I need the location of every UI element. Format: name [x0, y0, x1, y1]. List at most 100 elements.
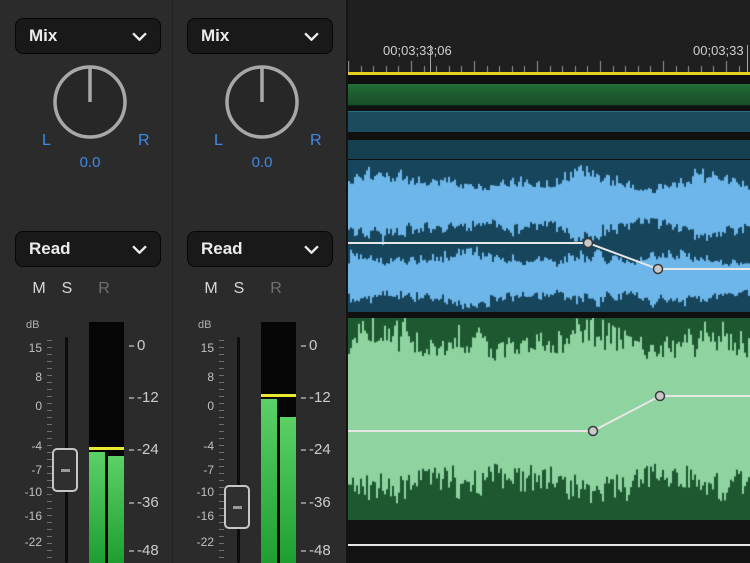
db-unit-label: dB [198, 319, 211, 331]
chevron-down-icon [132, 32, 147, 41]
meter-scale-tick [301, 397, 306, 399]
record-arm-button[interactable]: R [267, 280, 285, 298]
automation-mode-dropdown[interactable]: Read [15, 231, 161, 267]
keyframe-handle[interactable] [589, 427, 598, 436]
track-assignment-dropdown[interactable]: Mix [187, 18, 333, 54]
collapsed-audio-clip-1[interactable] [348, 111, 750, 132]
fader-scale-label: -10 [184, 485, 214, 499]
fader-scale-label: -7 [184, 463, 214, 477]
meter-scale-label: -36 [137, 494, 159, 512]
meter-scale-label: -48 [309, 542, 331, 560]
fader-handle[interactable] [224, 485, 250, 529]
pan-right-label: R [138, 132, 150, 150]
level-meter [89, 322, 124, 563]
collapsed-audio-clip-2[interactable] [348, 140, 750, 159]
chevron-down-icon [304, 245, 319, 254]
mute-button[interactable]: M [30, 280, 48, 298]
fader-scale-label: -4 [184, 439, 214, 453]
automation-line[interactable] [348, 396, 750, 431]
meter-fill [89, 452, 105, 563]
mute-button[interactable]: M [202, 280, 220, 298]
record-arm-button[interactable]: R [95, 280, 113, 298]
video-track-clip[interactable] [348, 84, 750, 106]
meter-bar-left [89, 322, 105, 563]
pan-value[interactable]: 0.0 [174, 154, 350, 171]
fader-handle[interactable] [52, 448, 78, 492]
automation-line[interactable] [348, 243, 750, 269]
level-meter [261, 322, 296, 563]
automation-mode-label: Read [29, 239, 71, 259]
keyframe-handle[interactable] [654, 265, 663, 274]
automation-mode-label: Read [201, 239, 243, 259]
track-assignment-label: Mix [201, 26, 229, 46]
meter-fill [261, 399, 277, 563]
meter-fill [280, 417, 296, 563]
fader-ticks [219, 340, 224, 560]
automation-mode-dropdown[interactable]: Read [187, 231, 333, 267]
mixer-channel-strip-2: Mix L R 0.0 Read M S R dB 1580-4-7-10-16… [174, 0, 344, 563]
meter-scale-label: 0 [309, 337, 317, 355]
pan-left-label: L [42, 132, 51, 150]
db-unit-label: dB [26, 319, 39, 331]
ruler-major-tick [430, 45, 431, 72]
keyframe-handle[interactable] [584, 239, 593, 248]
meter-scale-tick [129, 345, 134, 347]
audio-clip-track-1[interactable] [348, 160, 750, 312]
audio-mixer-workspace: Mix L R 0.0 Read M S R dB 15 8 0 -4 -7 -10 -16… [0, 0, 750, 563]
volume-automation-track-2 [348, 318, 750, 520]
meter-bar-right [108, 322, 124, 563]
chevron-down-icon [304, 32, 319, 41]
audio-track-mixer-panel: Mix L R 0.0 Read M S R dB 15 8 0 -4 -7 -10 -16… [0, 0, 346, 563]
track-assignment-label: Mix [29, 26, 57, 46]
fader-track[interactable] [237, 337, 240, 563]
solo-button[interactable]: S [230, 280, 248, 298]
peak-indicator [261, 394, 296, 397]
audio-clip-track-2[interactable] [348, 318, 750, 520]
meter-scale-tick [301, 449, 306, 451]
meter-scale-tick [129, 449, 134, 451]
volume-automation-track-1 [348, 160, 750, 312]
timeline-panel: 00;03;33;06 00;03;33 [348, 0, 750, 563]
meter-scale-tick [129, 502, 134, 504]
fader-scale-label: -7 [12, 463, 42, 477]
solo-button[interactable]: S [58, 280, 76, 298]
meter-scale-label: -24 [137, 441, 159, 459]
pan-right-label: R [310, 132, 322, 150]
meter-fill [108, 456, 124, 563]
meter-scale-tick [301, 345, 306, 347]
track-assignment-dropdown[interactable]: Mix [15, 18, 161, 54]
audio-track-3[interactable] [348, 520, 750, 563]
meter-scale-tick [129, 397, 134, 399]
fader-grip [61, 469, 70, 472]
fader-scale-label: -16 [184, 509, 214, 523]
pan-knob[interactable] [46, 58, 134, 146]
automation-line-track-3[interactable] [348, 544, 750, 546]
ruler-ticks [348, 56, 750, 72]
pan-value[interactable]: 0.0 [2, 154, 178, 171]
peak-indicator [89, 447, 124, 450]
fader-scale-label: 15 [184, 341, 214, 355]
ruler-major-tick [747, 45, 748, 72]
fader-scale-label: 0 [12, 399, 42, 413]
meter-scale-tick [301, 502, 306, 504]
fader-grip [233, 506, 242, 509]
meter-bar-right [280, 322, 296, 563]
mixer-channel-strip-1: Mix L R 0.0 Read M S R dB 1580-4-7-10-16… [2, 0, 172, 563]
work-area-bar[interactable] [348, 72, 750, 75]
fader-scale-label: 8 [12, 370, 42, 384]
chevron-down-icon [132, 245, 147, 254]
fader-scale-label: 0 [184, 399, 214, 413]
strip-divider [172, 0, 173, 563]
fader-scale-label: -10 [12, 485, 42, 499]
fader-ticks [47, 340, 52, 560]
pan-left-label: L [214, 132, 223, 150]
meter-scale-label: -48 [137, 542, 159, 560]
fader-scale-label: -4 [12, 439, 42, 453]
meter-scale-label: -12 [309, 389, 331, 407]
time-ruler[interactable]: 00;03;33;06 00;03;33 [348, 0, 750, 72]
meter-scale-label: -36 [309, 494, 331, 512]
keyframe-handle[interactable] [656, 392, 665, 401]
meter-scale-tick [129, 550, 134, 552]
fader-scale-label: -22 [184, 535, 214, 549]
pan-knob[interactable] [218, 58, 306, 146]
